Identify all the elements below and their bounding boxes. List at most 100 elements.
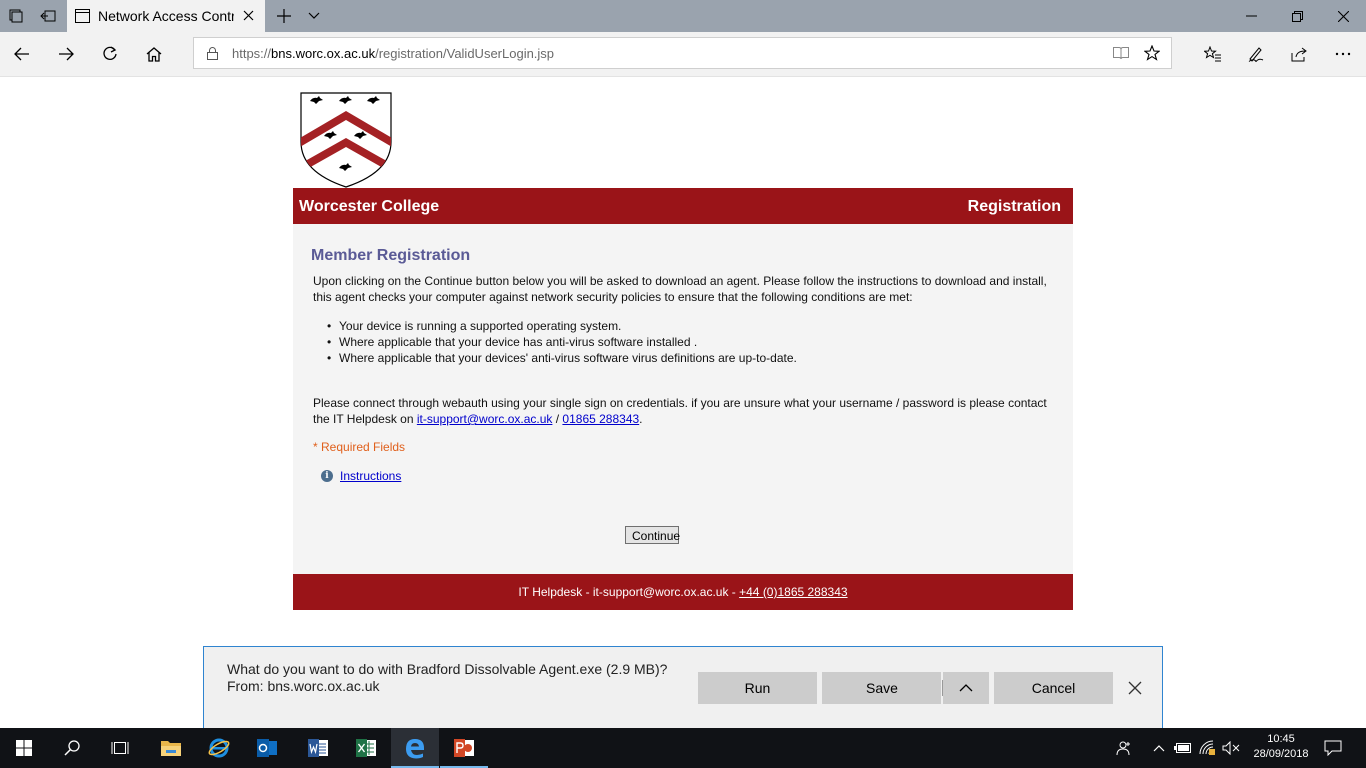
save-button[interactable]: Save [822, 672, 941, 704]
share-icon [1291, 47, 1307, 61]
reading-view-icon[interactable] [1113, 46, 1129, 60]
set-aside-icon [40, 10, 56, 22]
clock-date: 28/09/2018 [1253, 748, 1309, 760]
show-hidden-icons-button[interactable] [1147, 728, 1171, 768]
volume-muted-icon [1222, 741, 1240, 755]
browser-nav-bar: https://bns.worc.ox.ac.uk/registration/V… [0, 32, 1366, 77]
action-center-button[interactable] [1321, 728, 1345, 768]
section-name: Registration [967, 198, 1061, 215]
page-header-bar: Worcester College Registration [293, 188, 1073, 224]
back-button[interactable] [2, 32, 42, 76]
battery-icon [1174, 743, 1191, 753]
save-label: Save [866, 680, 898, 696]
url-path: /registration/ValidUserLogin.jsp [375, 46, 555, 61]
battery-button[interactable] [1171, 728, 1195, 768]
task-view-icon [111, 742, 129, 754]
edge-icon [406, 739, 424, 759]
tab-manager-button[interactable] [0, 0, 32, 32]
chevron-down-icon [308, 12, 320, 19]
support-phone-link[interactable]: 01865 288343 [562, 412, 639, 426]
instructions-row: i Instructions [321, 469, 401, 483]
footer-phone-link[interactable]: +44 (0)1865 288343 [739, 585, 847, 599]
windows-logo-icon [16, 740, 32, 756]
page-icon [75, 9, 90, 23]
people-button[interactable] [1112, 728, 1136, 768]
footer-text: IT Helpdesk - it-support@worc.ox.ac.uk - [518, 585, 740, 599]
share-button[interactable] [1279, 32, 1319, 76]
volume-button[interactable] [1219, 728, 1243, 768]
download-message: What do you want to do with Bradford Dis… [227, 661, 697, 695]
favorite-star-icon[interactable] [1144, 45, 1160, 61]
wifi-icon [1199, 740, 1215, 755]
save-options-button[interactable] [943, 672, 989, 704]
home-button[interactable] [134, 32, 174, 76]
web-note-button[interactable] [1236, 32, 1276, 76]
network-button[interactable] [1195, 728, 1219, 768]
search-button[interactable] [48, 728, 96, 768]
system-clock[interactable]: 10:45 28/09/2018 [1249, 732, 1313, 762]
download-notification-bar: What do you want to do with Bradford Dis… [203, 646, 1163, 730]
period: . [639, 412, 643, 426]
chevron-up-icon [1153, 745, 1165, 752]
required-fields-note: * Required Fields [313, 440, 406, 454]
excel-icon [356, 739, 376, 757]
close-tab-icon[interactable] [243, 10, 254, 21]
close-window-button[interactable] [1320, 0, 1366, 32]
close-download-bar-icon[interactable] [1127, 680, 1143, 696]
college-name: Worcester College [299, 198, 440, 215]
powerpoint-app[interactable] [440, 728, 488, 768]
arrow-left-icon [14, 47, 29, 61]
plus-icon [277, 9, 291, 23]
page-footer: IT Helpdesk - it-support@worc.ox.ac.uk -… [293, 574, 1073, 610]
refresh-icon [103, 46, 117, 60]
task-view-button[interactable] [96, 728, 144, 768]
continue-button[interactable]: Continue [625, 526, 680, 544]
internet-explorer-icon [208, 738, 230, 758]
minimize-button[interactable] [1228, 0, 1274, 32]
internet-explorer-app[interactable] [195, 728, 243, 768]
favorites-list-icon [1204, 46, 1221, 62]
connect-paragraph: Please connect through webauth using you… [313, 395, 1053, 427]
file-explorer-app[interactable] [147, 728, 195, 768]
download-question: What do you want to do with Bradford Dis… [227, 661, 668, 677]
people-icon [1116, 741, 1130, 756]
address-bar[interactable]: https://bns.worc.ox.ac.uk/registration/V… [193, 37, 1172, 69]
set-tabs-aside-button[interactable] [32, 0, 64, 32]
restore-icon [1291, 10, 1303, 22]
forward-button[interactable] [46, 32, 86, 76]
tab-preview-button[interactable] [298, 0, 330, 32]
outlook-app[interactable] [243, 728, 291, 768]
edge-app[interactable] [391, 728, 439, 768]
new-tab-button[interactable] [268, 0, 300, 32]
start-button[interactable] [0, 728, 48, 768]
support-email-link[interactable]: it-support@worc.ox.ac.uk [417, 412, 553, 426]
cancel-button[interactable]: Cancel [994, 672, 1113, 704]
info-icon: i [321, 470, 333, 482]
run-button[interactable]: Run [698, 672, 817, 704]
browser-tab[interactable]: Network Access Control [67, 0, 265, 32]
more-icon [1335, 52, 1351, 56]
excel-app[interactable] [342, 728, 390, 768]
refresh-button[interactable] [90, 32, 130, 76]
registration-panel: Member Registration Upon clicking on the… [293, 224, 1073, 574]
minimize-icon [1245, 15, 1257, 17]
crest-shield-icon [300, 92, 392, 188]
url-prefix: https:// [232, 46, 272, 61]
instructions-link[interactable]: Instructions [340, 469, 401, 483]
page-title: Member Registration [311, 247, 471, 264]
intro-paragraph: Upon clicking on the Continue button bel… [313, 274, 1047, 304]
restore-button[interactable] [1274, 0, 1320, 32]
word-app[interactable] [294, 728, 342, 768]
windows-taskbar: 10:45 28/09/2018 [0, 728, 1366, 768]
browser-title-bar: Network Access Control [0, 0, 1366, 32]
url-host: bns.worc.ox.ac.uk [271, 46, 376, 61]
tab-manager-icon [9, 9, 23, 23]
search-icon [64, 740, 80, 756]
more-button[interactable] [1323, 32, 1363, 76]
conditions-list: Your device is running a supported opera… [327, 318, 797, 366]
favorites-hub-button[interactable] [1193, 32, 1233, 76]
arrow-right-icon [59, 47, 74, 61]
pen-icon [1248, 47, 1264, 62]
lock-icon [207, 47, 218, 60]
powerpoint-icon [454, 739, 474, 757]
